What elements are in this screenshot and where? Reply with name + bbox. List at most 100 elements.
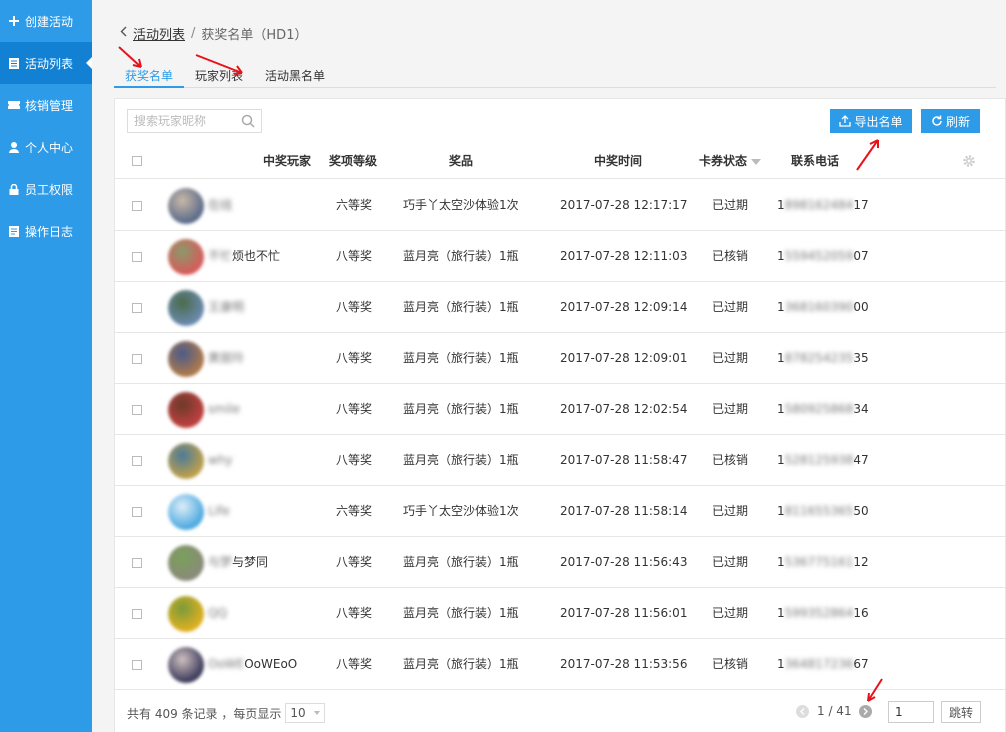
winner-nickname[interactable]: OoWEOoWEoO <box>208 639 297 690</box>
caret-down-icon <box>314 711 321 715</box>
gear-icon[interactable] <box>962 154 976 168</box>
sidebar-item-operation-log[interactable]: 操作日志 <box>0 210 92 252</box>
phone-suffix: 47 <box>853 453 869 467</box>
voucher-status: 已核销 <box>712 453 749 467</box>
winner-nickname[interactable]: smile <box>208 384 240 435</box>
page-indicator: 1 / 41 <box>817 704 852 718</box>
avatar <box>168 392 204 428</box>
row-checkbox[interactable] <box>132 201 142 211</box>
winner-nickname[interactable]: QQ <box>208 588 227 639</box>
table-row: 与梦与梦同 八等奖 蓝月亮（旅行装）1瓶 2017-07-28 11:56:43 已过期… <box>115 537 1005 588</box>
winner-nickname[interactable]: why <box>208 435 233 486</box>
plus-icon <box>8 15 20 27</box>
nickname-visible: 烦也不忙 <box>232 249 281 263</box>
page-size-select[interactable]: 10 <box>285 703 326 723</box>
avatar <box>168 290 204 326</box>
column-header-level: 奖项等级 <box>329 154 378 168</box>
log-icon <box>8 225 20 237</box>
column-header-time: 中奖时间 <box>594 154 643 168</box>
table-row: smile 八等奖 蓝月亮（旅行装）1瓶 2017-07-28 12:02:54 已过期… <box>115 384 1005 435</box>
row-checkbox[interactable] <box>132 507 142 517</box>
row-checkbox[interactable] <box>132 609 142 619</box>
row-checkbox[interactable] <box>132 303 142 313</box>
avatar <box>168 341 204 377</box>
sidebar-item-verification[interactable]: 核销管理 <box>0 84 92 126</box>
phone-prefix: 1 <box>777 351 785 365</box>
avatar <box>168 443 204 479</box>
winner-nickname[interactable]: 与梦与梦同 <box>208 537 268 588</box>
avatar <box>168 188 204 224</box>
nickname-blurred: smile <box>208 402 240 416</box>
phone-suffix: 67 <box>853 657 869 671</box>
winner-nickname[interactable]: 不忙烦也不忙 <box>208 231 280 282</box>
breadcrumb-link-activity-list[interactable]: 活动列表 <box>133 24 185 43</box>
contact-phone: 136481723667 <box>777 639 869 690</box>
voucher-status: 已过期 <box>712 351 749 365</box>
chevron-left-icon[interactable] <box>120 26 127 41</box>
select-all-checkbox[interactable] <box>132 156 142 166</box>
nickname-blurred: 不忙 <box>208 249 233 263</box>
next-page-button[interactable] <box>859 705 872 718</box>
win-time: 2017-07-28 12:17:17 <box>560 198 688 212</box>
sidebar-item-personal-center[interactable]: 个人中心 <box>0 126 92 168</box>
column-header-status[interactable]: 卡券状态 <box>699 143 747 179</box>
prize-name: 蓝月亮（旅行装）1瓶 <box>403 657 519 671</box>
sidebar-item-activity-list[interactable]: 活动列表 <box>0 42 92 84</box>
row-checkbox[interactable] <box>132 354 142 364</box>
phone-suffix: 16 <box>853 606 869 620</box>
prev-page-button[interactable] <box>796 705 809 718</box>
jump-button[interactable]: 跳转 <box>941 701 981 723</box>
phone-suffix: 07 <box>853 249 869 263</box>
annotation-arrow <box>867 678 883 702</box>
row-checkbox[interactable] <box>132 252 142 262</box>
user-icon <box>8 141 20 153</box>
voucher-status: 已过期 <box>712 504 749 518</box>
nickname-blurred: 在线 <box>208 198 233 212</box>
winner-nickname[interactable]: Life <box>208 486 230 537</box>
row-checkbox[interactable] <box>132 660 142 670</box>
phone-blurred: 898162484 <box>784 198 854 212</box>
phone-blurred: 368160390 <box>784 300 854 314</box>
row-checkbox[interactable] <box>132 456 142 466</box>
win-time: 2017-07-28 12:11:03 <box>560 249 688 263</box>
phone-blurred: 528125938 <box>784 453 854 467</box>
phone-prefix: 1 <box>777 453 785 467</box>
refresh-button[interactable]: 刷新 <box>921 109 980 133</box>
phone-suffix: 34 <box>853 402 869 416</box>
tab-activity-blacklist[interactable]: 活动黑名单 <box>254 66 336 88</box>
row-checkbox[interactable] <box>132 405 142 415</box>
search-box <box>127 109 262 133</box>
phone-prefix: 1 <box>777 402 785 416</box>
page-jump-input[interactable] <box>888 701 934 723</box>
phone-prefix: 1 <box>777 657 785 671</box>
winner-nickname[interactable]: 王康明 <box>208 282 244 333</box>
nickname-blurred: QQ <box>208 606 227 620</box>
search-icon[interactable] <box>241 114 255 128</box>
prize-level: 八等奖 <box>336 657 373 671</box>
phone-prefix: 1 <box>777 555 785 569</box>
nickname-blurred: why <box>208 453 233 467</box>
win-time: 2017-07-28 11:58:47 <box>560 453 688 467</box>
phone-blurred: 559452059 <box>784 249 854 263</box>
phone-prefix: 1 <box>777 300 785 314</box>
phone-suffix: 35 <box>853 351 869 365</box>
table-row: 在线 六等奖 巧手丫太空沙体验1次 2017-07-28 12:17:17 已过期 189… <box>115 180 1005 231</box>
sidebar-item-label: 创建活动 <box>25 14 74 29</box>
winner-nickname[interactable]: 黄丽玲 <box>208 333 244 384</box>
sidebar-item-staff-permissions[interactable]: 员工权限 <box>0 168 92 210</box>
prize-level: 八等奖 <box>336 300 373 314</box>
breadcrumb-separator: / <box>191 26 196 41</box>
search-input[interactable] <box>128 110 238 132</box>
table-row: why 八等奖 蓝月亮（旅行装）1瓶 2017-07-28 11:58:47 已核销 15… <box>115 435 1005 486</box>
phone-suffix: 12 <box>853 555 869 569</box>
voucher-status: 已过期 <box>712 606 749 620</box>
export-list-button[interactable]: 导出名单 <box>830 109 912 133</box>
row-checkbox[interactable] <box>132 558 142 568</box>
prize-name: 蓝月亮（旅行装）1瓶 <box>403 300 519 314</box>
contact-phone: 155945205907 <box>777 231 869 282</box>
winner-nickname[interactable]: 在线 <box>208 180 232 231</box>
caret-down-icon[interactable] <box>751 143 761 179</box>
nickname-blurred: 王康明 <box>208 300 245 314</box>
prize-name: 蓝月亮（旅行装）1瓶 <box>403 249 519 263</box>
sidebar-item-create-activity[interactable]: 创建活动 <box>0 0 92 42</box>
